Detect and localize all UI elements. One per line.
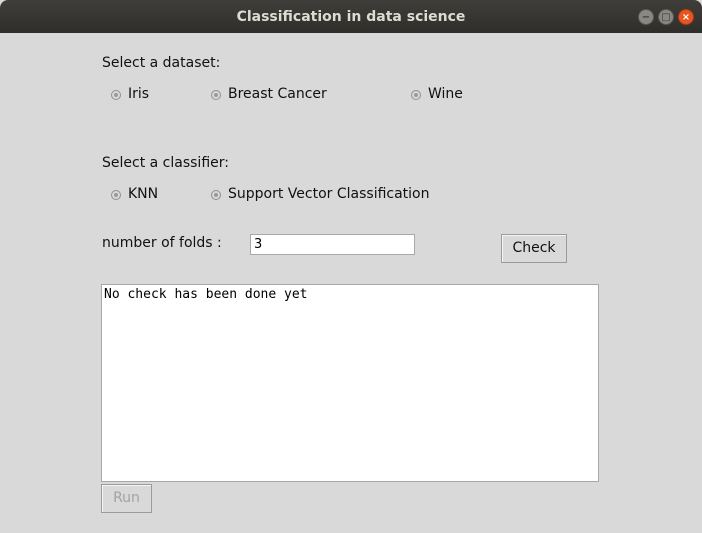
check-button[interactable]: Check <box>501 234 567 263</box>
run-button[interactable]: Run <box>101 484 152 513</box>
classifier-label: Select a classifier: <box>102 155 229 171</box>
radio-label: Iris <box>128 86 150 102</box>
radio-indicator[interactable] <box>111 190 121 200</box>
radio-label: Wine <box>428 86 463 102</box>
radio-label: Breast Cancer <box>228 86 327 102</box>
folds-input[interactable]: 3 <box>250 234 415 255</box>
maximize-button[interactable]: □ <box>658 9 674 25</box>
title-bar[interactable]: Classification in data science − □ × <box>0 0 702 33</box>
app-window: Classification in data science − □ × Sel… <box>0 0 702 533</box>
radio-indicator[interactable] <box>111 90 121 100</box>
folds-label: number of folds : <box>102 235 222 251</box>
radio-label: KNN <box>128 186 159 202</box>
close-button[interactable]: × <box>678 9 694 25</box>
minimize-button[interactable]: − <box>638 9 654 25</box>
output-text-area[interactable]: No check has been done yet <box>101 284 599 482</box>
radio-indicator[interactable] <box>211 90 221 100</box>
radio-indicator[interactable] <box>211 190 221 200</box>
window-title: Classification in data science <box>236 9 466 25</box>
dataset-label: Select a dataset: <box>102 55 221 71</box>
radio-label: Support Vector Classification <box>228 186 430 202</box>
radio-indicator[interactable] <box>411 90 421 100</box>
